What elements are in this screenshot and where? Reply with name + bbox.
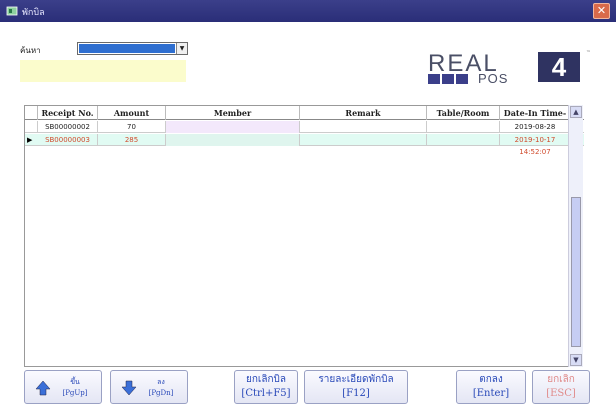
scroll-down-icon[interactable]: ▼ [570,354,582,366]
logo-bars [428,74,474,84]
cell-remark [300,134,427,146]
window-title: พักบิล [22,8,45,18]
search-input[interactable] [20,60,186,82]
ok-button[interactable]: ตกลง [Enter] [456,370,526,404]
cancel-bill-shortcut: [Ctrl+F5] [241,388,291,399]
cancel-bill-button[interactable]: ยกเลิกบิล [Ctrl+F5] [234,370,298,404]
cell-receipt-no: SB00000002 [38,121,98,133]
page-up-label: ขึ้น [70,378,80,386]
scroll-thumb[interactable] [571,197,581,347]
arrow-up-icon [35,380,51,396]
table-row[interactable]: ▶ SB00000003 285 2019-10-17 14:52:07 [25,134,584,156]
search-combo[interactable]: ▼ [77,42,188,55]
page-up-button[interactable]: ขึ้น [PgUp] [24,370,102,404]
cancel-button[interactable]: ยกเลิก [ESC] [532,370,590,404]
selected-row-indicator-icon: ▶ [27,136,33,144]
ok-shortcut: [Enter] [472,388,510,399]
bill-detail-button[interactable]: รายละเอียดพักบิล [F12] [304,370,408,404]
page-down-label: ลง [157,378,165,386]
cell-amount: 70 [98,121,166,133]
logo-pos: POS [478,71,509,86]
logo-version: 4 [538,52,580,82]
arrow-down-icon [121,380,137,396]
cell-table-room [427,121,500,133]
realpos-logo: REAL POS 4 ™ [428,50,591,86]
header-amount[interactable]: Amount [98,106,166,120]
search-label: ค้นหา [20,46,41,55]
header-indicator [25,106,38,120]
app-icon [6,6,18,16]
header-receipt-no[interactable]: Receipt No. [38,106,98,120]
bill-grid[interactable]: Receipt No. Amount Member Remark Table/R… [24,105,584,367]
cell-table-room [427,134,500,146]
page-down-shortcut: [PgDn] [148,389,174,397]
cancel-label: ยกเลิก [547,374,575,385]
header-date-time-in[interactable]: Date-In Time-In [500,106,570,132]
header-member[interactable]: Member [166,106,300,120]
header-table-room[interactable]: Table/Room [427,106,500,120]
logo-tm: ™ [586,50,591,56]
cell-member [166,134,300,146]
page-up-shortcut: [PgUp] [62,389,88,397]
search-combo-selection [79,44,175,53]
header-remark[interactable]: Remark [300,106,427,120]
ok-label: ตกลง [479,374,503,385]
cell-date-time-in: 2019-10-17 14:52:07 [514,136,556,156]
vertical-scrollbar[interactable]: ▲ ▼ [568,105,583,367]
grid-header: Receipt No. Amount Member Remark Table/R… [25,106,584,132]
cell-member [166,121,300,133]
cell-amount: 285 [98,134,166,146]
page-down-button[interactable]: ลง [PgDn] [110,370,188,404]
row-indicator [25,121,38,133]
title-bar: พักบิล ✕ [0,0,616,22]
bill-detail-shortcut: [F12] [342,388,370,399]
close-button[interactable]: ✕ [593,3,610,19]
cancel-bill-label: ยกเลิกบิล [246,374,286,385]
cancel-shortcut: [ESC] [546,388,576,399]
table-row[interactable]: SB00000002 70 2019-08-28 14:12:00 [25,121,584,143]
cell-remark [300,121,427,133]
scroll-up-icon[interactable]: ▲ [570,106,582,118]
chevron-down-icon[interactable]: ▼ [176,43,187,54]
hold-bill-window: พักบิล ✕ ค้นหา ▼ REAL POS 4 ™ Receipt No… [0,0,616,412]
bill-detail-label: รายละเอียดพักบิล [318,374,394,385]
cell-receipt-no: SB00000003 [38,134,98,146]
cell-date-time-in: 2019-08-28 14:12:00 [514,123,556,143]
